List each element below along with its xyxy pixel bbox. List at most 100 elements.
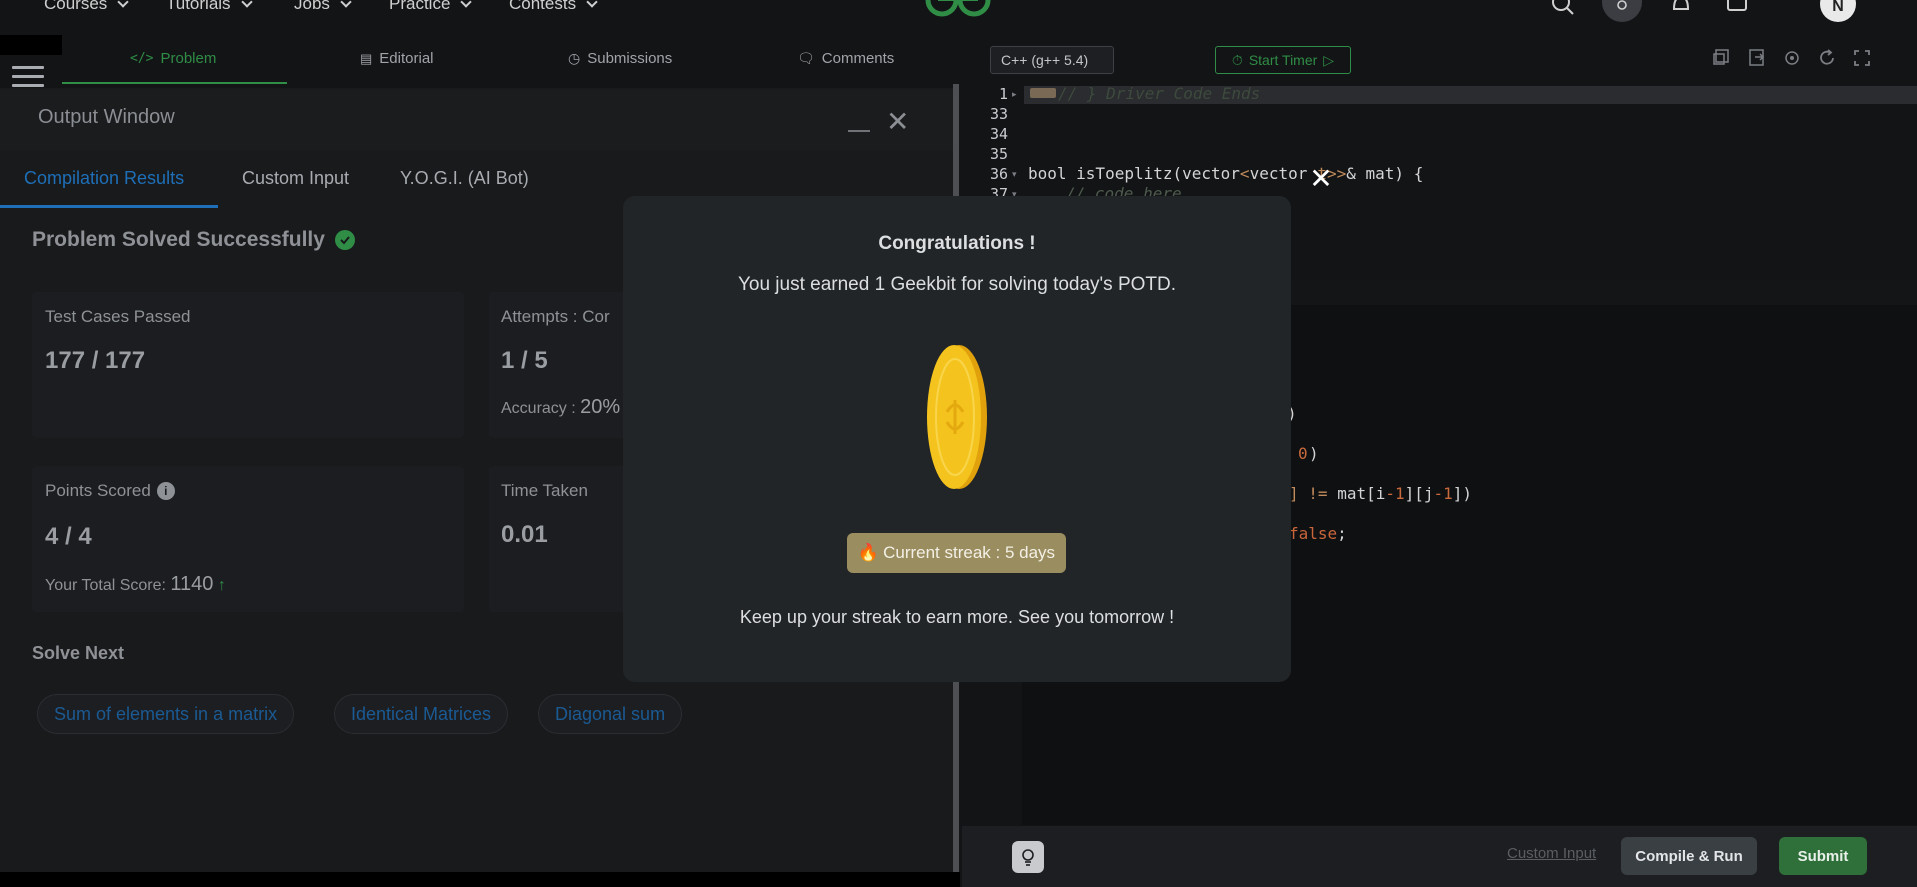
tab-problem[interactable]: </> Problem [130,50,216,67]
close-icon[interactable]: ✕ [1306,164,1336,194]
code-fragment: 0 [1298,444,1308,463]
gfg-logo[interactable] [918,0,998,22]
gear-icon[interactable] [1782,48,1802,68]
active-tab-underline [62,82,287,84]
tab-editorial-label: Editorial [379,50,434,67]
card-test-cases: Test Cases Passed 177 / 177 [32,292,464,438]
line-number: 35 [989,145,1008,163]
geekbit-coin-icon [927,345,987,489]
hint-button[interactable] [1012,841,1044,873]
clock-icon: ◷ [568,50,581,66]
code-fragment-line: ] != mat[i-1][j-1]) [1289,484,1472,503]
test-cases-value: 177 / 177 [45,347,146,374]
streak-badge: 🔥 Current streak : 5 days [847,533,1066,573]
total-score-value: 1140 [170,573,214,595]
time-label: Time Taken [501,481,588,500]
nav-practice-label: Practice [389,0,451,13]
card-attempts: Attempts : Cor 1 / 5 Accuracy : 20% [489,292,632,438]
nav-courses-label: Courses [44,0,108,13]
check-circle-icon [334,230,355,250]
nav-jobs[interactable]: Jobs [294,0,352,14]
import-icon[interactable] [1747,48,1767,68]
solve-next-chip[interactable]: Identical Matrices [334,694,509,734]
code-token: != [1308,484,1328,503]
info-icon[interactable]: i [156,482,175,500]
play-icon: ▷ [1323,51,1335,68]
total-score-row: Your Total Score: 1140 ↑ [45,573,226,596]
start-timer-button[interactable]: ⏱ Start Timer ▷ [1215,46,1351,74]
code-fragment-line: false; [1289,524,1347,543]
translate-icon[interactable] [1722,0,1752,22]
tab-compilation-results[interactable]: Compilation Results [24,168,184,189]
tab-comments[interactable]: 🗨 Comments [797,50,894,67]
accuracy-value: 20% [580,396,621,418]
code-token: -1 [1433,484,1453,503]
solve-next-label: Solve Next [32,643,125,663]
code-fragment: ) [1309,444,1319,463]
fold-arrow-icon[interactable]: ▸ [1012,89,1017,100]
code-token: vector [1249,164,1308,183]
comment-icon: 🗨 [797,50,815,66]
reset-icon[interactable] [1817,48,1837,68]
fullscreen-icon[interactable] [1852,48,1872,68]
nav-courses[interactable]: Courses [44,0,129,14]
solve-next-chip[interactable]: Sum of elements in a matrix [37,694,295,734]
chevron-down-icon [117,0,129,8]
solve-next-chip[interactable]: Diagonal sum [538,694,683,734]
folded-code-badge[interactable] [1030,88,1056,98]
compile-run-button[interactable]: Compile & Run [1621,837,1757,875]
start-timer-label: Start Timer [1248,52,1318,68]
streak-text: Current streak : 5 days [883,543,1056,562]
nav-practice[interactable]: Practice [389,0,473,14]
time-value: 0.01 [501,521,548,548]
tab-yogi-ai-bot[interactable]: Y.O.G.I. (AI Bot) [400,168,529,189]
accuracy-row: Accuracy : 20% [501,396,620,419]
tab-submissions-label: Submissions [587,50,673,67]
code-token: false [1289,524,1338,543]
line-number: 33 [989,105,1008,123]
arrow-up-icon: ↑ [217,577,226,594]
code-token: ; [1337,524,1347,543]
points-value: 4 / 4 [45,523,92,550]
document-icon: ▤ [360,50,373,66]
editor-bottom-bar [962,826,1917,887]
nav-contests-label: Contests [509,0,577,13]
search-icon[interactable] [1548,0,1578,22]
code-token: -1 [1385,484,1405,503]
fold-arrow-icon[interactable]: ▾ [1012,169,1017,180]
tab-submissions[interactable]: ◷ Submissions [568,50,672,67]
modal-title: Congratulations ! [878,233,1036,254]
attempts-label: Attempts : Cor [501,307,610,326]
modal-footer-text: Keep up your streak to earn more. See yo… [739,607,1175,627]
code-token: ][j [1404,484,1434,503]
chevron-down-icon [460,0,473,8]
nav-tutorials[interactable]: Tutorials [166,0,253,14]
line-number: 34 [989,125,1008,143]
nav-contests[interactable]: Contests [509,0,598,14]
code-token: < [1239,164,1250,183]
tab-editorial[interactable]: ▤ Editorial [360,50,434,67]
points-label-row: Points Scored i [45,481,175,501]
bottom-strip [0,872,960,887]
problem-tabs: </> Problem ▤ Editorial ◷ Submissions 🗨 … [62,44,958,84]
output-window-title: Output Window [38,106,175,128]
lightbulb-icon [1022,849,1034,866]
hamburger-menu-icon[interactable] [12,66,44,94]
code-line-36: bool isToeplitz(vector<vector t>>& mat) { [1028,164,1423,183]
tab-problem-label: Problem [160,50,217,67]
language-select[interactable]: C++ (g++ 5.4) [990,46,1114,74]
close-icon[interactable]: ✕ [886,108,909,136]
code-icon: </> [130,51,154,66]
code-token: mat[i [1337,484,1386,503]
minimize-icon[interactable] [848,130,870,132]
code-token: ]) [1452,484,1473,503]
timer-icon: ⏱ [1231,51,1243,68]
bell-icon[interactable] [1666,0,1696,22]
tab-custom-input[interactable]: Custom Input [242,168,349,189]
copy-icon[interactable] [1712,48,1732,68]
line-number: 36 [989,165,1008,183]
submit-button[interactable]: Submit [1779,837,1867,875]
result-title: Problem Solved Successfully [32,228,355,252]
custom-input-link[interactable]: Custom Input [1507,845,1596,862]
chevron-down-icon [340,0,352,8]
